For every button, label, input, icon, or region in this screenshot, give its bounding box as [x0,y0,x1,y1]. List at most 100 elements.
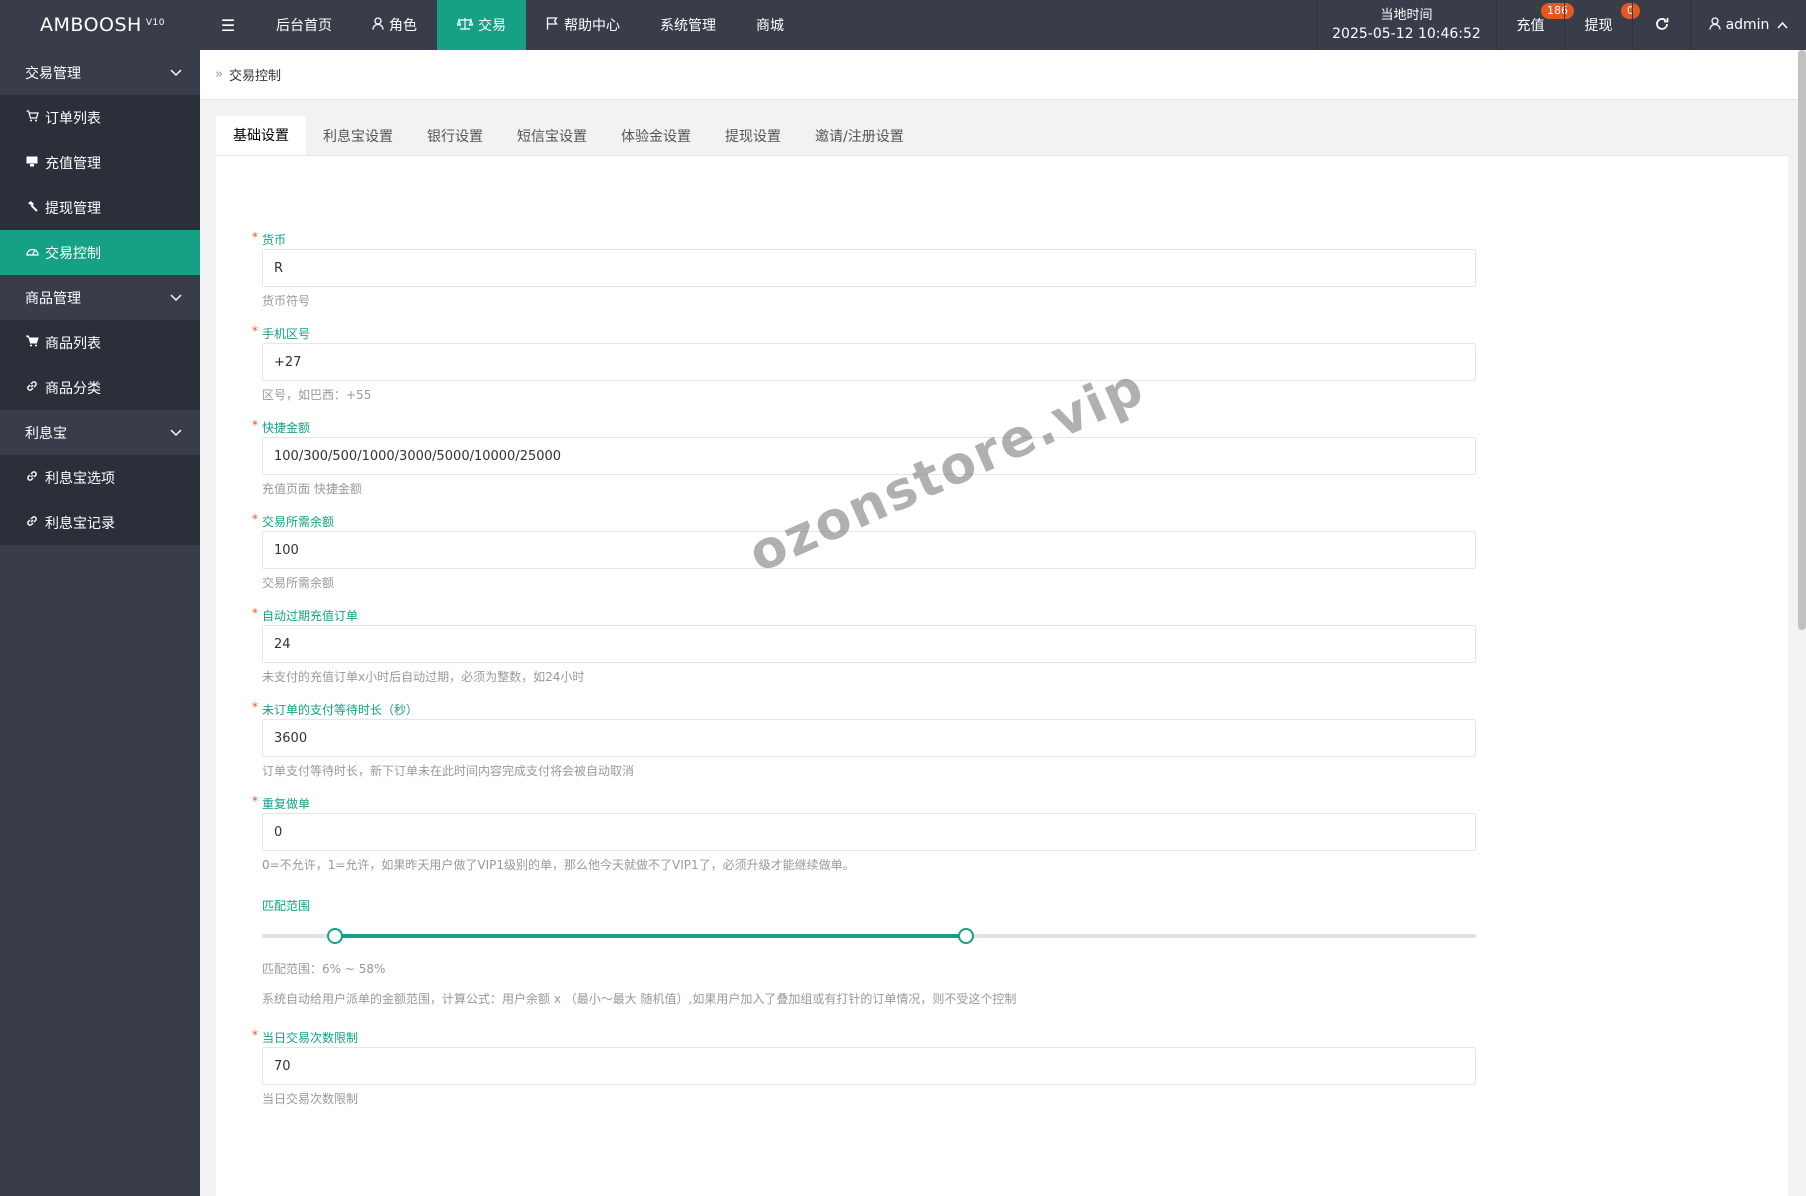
link-icon [25,470,39,485]
field-label: * 自动过期充值订单 [252,606,1482,625]
tab-withdraw[interactable]: 提现设置 [708,116,798,155]
slider-fill [334,934,967,938]
link-icon [25,380,39,395]
field-hint: 当日交易次数限制 [262,1092,359,1106]
logo-version: V10 [145,18,165,28]
nav-item-label: 帮助中心 [564,18,620,34]
page-scrollbar[interactable] [1798,50,1806,630]
field-label: 匹配范围 [252,897,1482,915]
quick-amount-input[interactable] [262,437,1476,475]
tab-sms[interactable]: 短信宝设置 [500,116,604,155]
field-label-text: 手机区号 [262,327,311,341]
field-label-text: 货币 [262,233,287,247]
sidebar-item-goods-list[interactable]: 商品列表 [0,320,200,365]
sidebar-item-interest-options[interactable]: 利息宝选项 [0,455,200,500]
tab-interest[interactable]: 利息宝设置 [306,116,410,155]
link-icon [25,515,39,530]
field-min-balance: * 交易所需余额 交易所需余额 [252,512,1482,591]
nav-item-label: 系统管理 [660,18,716,34]
required-mark: * [252,794,258,808]
nav-item-system[interactable]: 系统管理 [640,0,736,50]
tab-basic[interactable]: 基础设置 [216,116,306,155]
field-auto-expire: * 自动过期充值订单 未支付的充值订单x小时后自动过期，必须为整数，如24小时 [252,606,1482,685]
required-mark: * [252,606,258,620]
field-label: * 快捷金额 [252,418,1482,437]
sidebar-group-label: 交易管理 [25,65,81,82]
required-mark: * [252,324,258,338]
settings-tabs: 基础设置 利息宝设置 银行设置 短信宝设置 体验金设置 提现设置 邀请/注册设置 [216,116,1788,156]
pay-wait-input[interactable] [262,719,1476,757]
field-hint: 交易所需余额 [262,576,335,590]
recharge-button[interactable]: 充值 186 [1496,0,1574,50]
field-repeat-order: * 重复做单 0=不允许，1=允许，如果昨天用户做了VIP1级别的单，那么他今天就… [252,794,1482,873]
field-label: * 未订单的支付等待时长（秒） [252,700,1482,719]
withdraw-button[interactable]: 提现 0 [1564,0,1640,50]
breadcrumb-current[interactable]: 交易控制 [229,65,281,84]
sidebar-item-goods-category[interactable]: 商品分类 [0,365,200,410]
field-label-text: 自动过期充值订单 [262,609,359,623]
sidebar-item-trade-control[interactable]: 交易控制 [0,230,200,275]
field-label-text: 快捷金额 [262,421,311,435]
chevron-down-icon [170,426,182,440]
scale-icon [456,17,474,34]
sidebar-item-label: 商品列表 [45,335,101,352]
basic-settings-form: * 货币 货币符号 * 手机区号 区号，如巴西：+55 * 快捷金额 充值页面 快捷金… [252,230,1482,1123]
hammer-icon [25,200,39,215]
app-logo[interactable]: AMBOOSH V10 [0,0,200,50]
sidebar-item-label: 交易控制 [45,245,101,262]
slider-handle-max[interactable] [958,928,975,944]
currency-input[interactable] [262,249,1476,287]
nav-item-help[interactable]: 帮助中心 [526,0,640,50]
nav-item-label: 后台首页 [276,18,332,34]
top-right-area: 当地时间 2025-05-12 10:46:52 充值 186 提现 0 adm… [1316,0,1806,50]
admin-label: admin [1725,17,1770,33]
field-label-text: 未订单的支付等待时长（秒） [262,703,419,717]
double-chevron-right-icon: » [215,67,223,82]
field-pay-wait: * 未订单的支付等待时长（秒） 订单支付等待时长，新下订单未在此时间内容完成支付将… [252,700,1482,779]
local-time-label: 当地时间 [1380,8,1433,23]
tab-invite-register[interactable]: 邀请/注册设置 [798,116,921,155]
menu-toggle-button[interactable]: ☰ [200,0,256,50]
recharge-label: 充值 [1516,18,1545,34]
logo-text: AMBOOSH [40,14,142,36]
tab-bank[interactable]: 银行设置 [410,116,500,155]
sidebar-item-label: 充值管理 [45,155,101,172]
admin-menu[interactable]: admin [1690,0,1806,50]
sidebar-item-label: 提现管理 [45,200,101,217]
field-label-text: 交易所需余额 [262,515,335,529]
field-quick-amount: * 快捷金额 充值页面 快捷金额 [252,418,1482,497]
auto-expire-input[interactable] [262,625,1476,663]
tab-trial[interactable]: 体验金设置 [604,116,708,155]
withdraw-label: 提现 [1584,18,1613,34]
settings-card: 基础设置 利息宝设置 银行设置 短信宝设置 体验金设置 提现设置 邀请/注册设置… [216,116,1788,1196]
field-hint: 区号，如巴西：+55 [262,388,372,402]
nav-item-shop[interactable]: 商城 [736,0,804,50]
nav-item-role[interactable]: 角色 [352,0,437,50]
nav-item-home[interactable]: 后台首页 [256,0,352,50]
match-range-slider[interactable] [262,921,1476,951]
sidebar-group-goods[interactable]: 商品管理 [0,275,200,320]
min-balance-input[interactable] [262,531,1476,569]
slider-handle-min[interactable] [326,928,343,944]
sidebar-item-interest-records[interactable]: 利息宝记录 [0,500,200,545]
refresh-button[interactable] [1632,0,1690,50]
sidebar-item-withdraw[interactable]: 提现管理 [0,185,200,230]
field-label: * 重复做单 [252,794,1482,813]
area-code-input[interactable] [262,343,1476,381]
sidebar-group-label: 利息宝 [25,425,67,442]
daily-limit-input[interactable] [262,1047,1476,1085]
chevron-down-icon [170,66,182,80]
field-hint: 充值页面 快捷金额 [262,482,362,496]
flag-icon [546,16,559,34]
field-label: * 手机区号 [252,324,1482,343]
nav-item-trade[interactable]: 交易 [437,0,526,50]
menu-icon: ☰ [220,15,236,35]
sidebar-group-interest[interactable]: 利息宝 [0,410,200,455]
sidebar-group-trade[interactable]: 交易管理 [0,50,200,95]
sidebar-item-recharge[interactable]: 充值管理 [0,140,200,185]
field-hint: 未支付的充值订单x小时后自动过期，必须为整数，如24小时 [262,670,585,684]
field-hint: 系统自动给用户派单的金额范围，计算公式：用户余额 x （最小～最大 随机值）,如… [262,992,1017,1006]
sidebar-item-order-list[interactable]: 订单列表 [0,95,200,140]
field-label: * 货币 [252,230,1482,249]
repeat-order-input[interactable] [262,813,1476,851]
